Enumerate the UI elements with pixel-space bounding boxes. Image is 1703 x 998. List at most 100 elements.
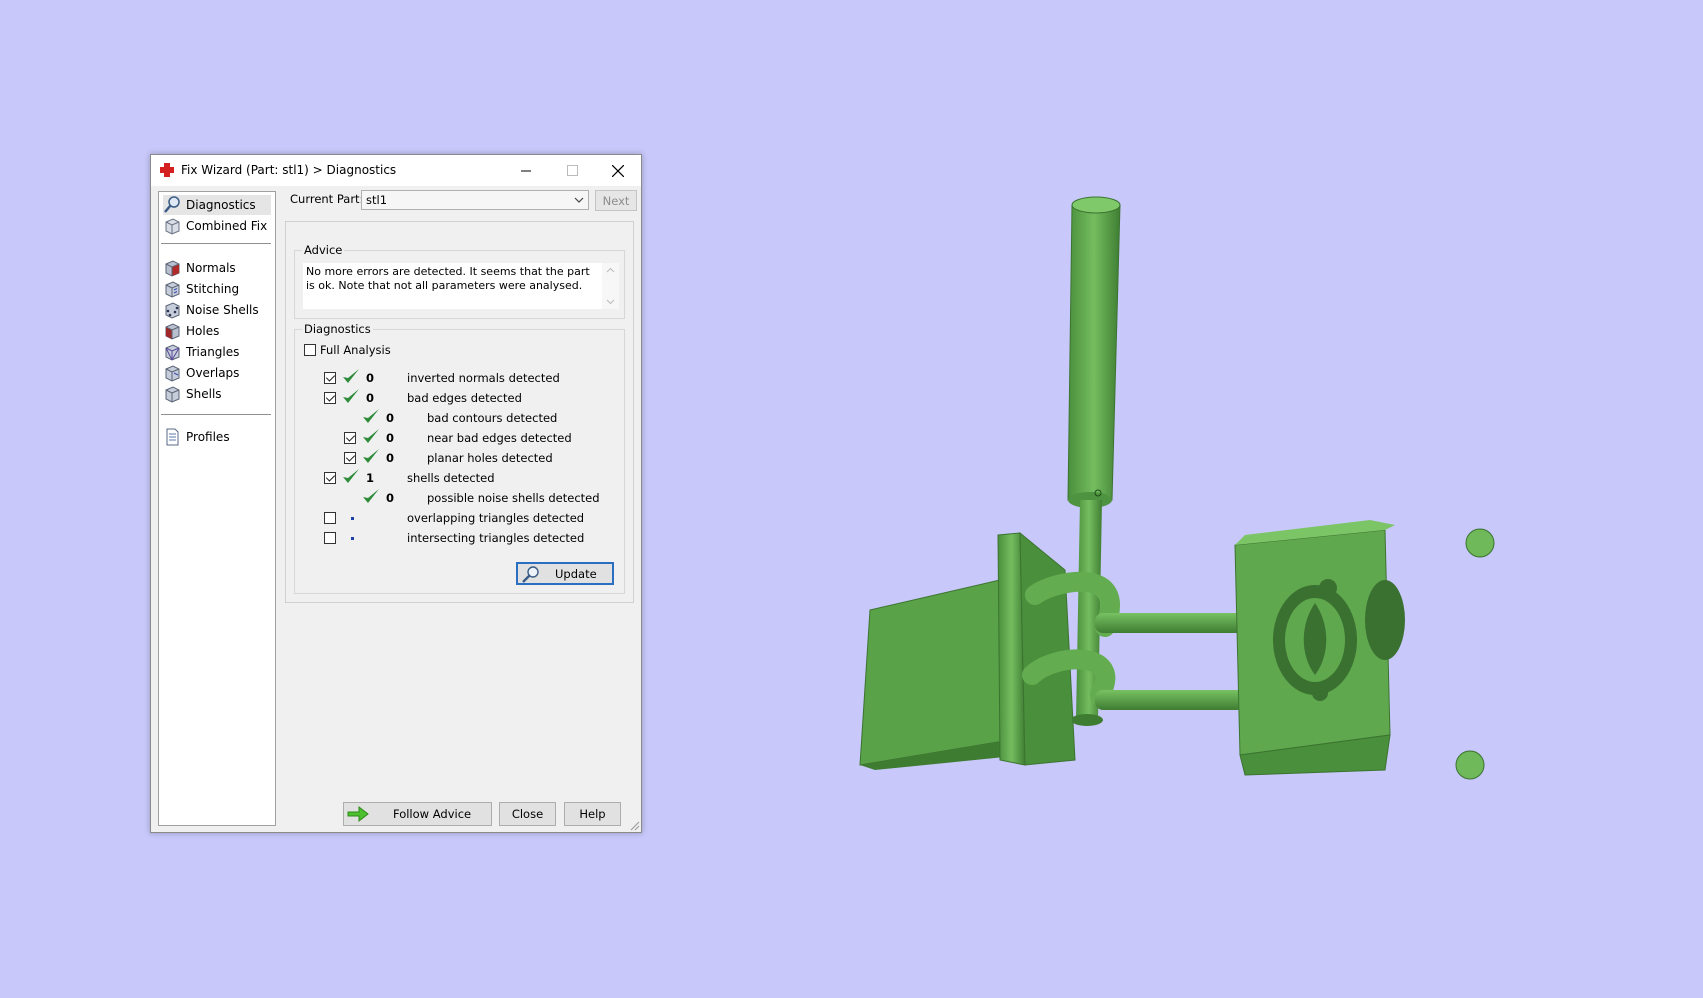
fix-wizard-window: Fix Wizard (Part: stl1) > Diagnostics Di…: [150, 154, 642, 833]
diagnostic-checkbox[interactable]: [324, 512, 336, 524]
cube-wire-icon: [165, 218, 180, 235]
current-part-label: Current Part:: [290, 192, 364, 206]
diagnostic-checkbox[interactable]: [324, 472, 336, 484]
sidebar-item-normals[interactable]: Normals: [163, 258, 271, 278]
sidebar-item-triangles[interactable]: Triangles: [163, 342, 271, 362]
diagnostic-label: inverted normals detected: [407, 371, 560, 385]
full-analysis-checkbox[interactable]: [304, 344, 316, 356]
green-bracket-model: [859, 196, 1495, 780]
green-check-icon: [363, 409, 379, 423]
close-window-button[interactable]: [595, 155, 641, 186]
green-check-icon: [343, 469, 359, 483]
minimize-icon: [520, 170, 531, 172]
diagnostic-label: overlapping triangles detected: [407, 511, 585, 525]
green-check-icon: [343, 389, 359, 403]
diagnostic-checkbox[interactable]: [324, 372, 336, 384]
diagnostic-count: 0: [386, 411, 395, 425]
diagnostic-label: possible noise shells detected: [427, 491, 600, 505]
chevron-down-icon: [574, 197, 584, 203]
diagnostic-count: 1: [366, 471, 375, 485]
diagnostic-checkbox[interactable]: [344, 432, 356, 444]
cube-triangle-icon: [165, 344, 180, 361]
diagnostic-label: bad edges detected: [407, 391, 522, 405]
diagnostic-label: near bad edges detected: [427, 431, 572, 445]
3d-model-viewport[interactable]: [850, 195, 1520, 795]
diagnostics-group: Diagnostics Full Analysis 0 inverted norm…: [294, 322, 625, 594]
sidebar-item-label: Triangles: [186, 345, 240, 359]
sidebar-item-profiles[interactable]: Profiles: [163, 427, 271, 447]
close-icon: [612, 164, 624, 177]
sidebar-item-shells[interactable]: Shells: [163, 384, 271, 404]
maximize-button: [549, 155, 595, 186]
sidebar-item-noise-shells[interactable]: Noise Shells: [163, 300, 271, 320]
update-button[interactable]: Update: [516, 562, 614, 585]
green-check-icon: [363, 489, 379, 503]
window-title: Fix Wizard (Part: stl1) > Diagnostics: [181, 163, 397, 177]
green-check-icon: [363, 449, 379, 463]
help-button[interactable]: Help: [564, 802, 621, 826]
sidebar-item-label: Profiles: [186, 430, 230, 444]
sidebar-item-label: Diagnostics: [186, 198, 256, 212]
diagnostic-label: intersecting triangles detected: [407, 531, 585, 545]
sidebar-item-label: Combined Fix: [186, 219, 268, 233]
update-label: Update: [555, 566, 597, 581]
diagnostic-label: planar holes detected: [427, 451, 553, 465]
diagnostics-panel: Advice No more errors are detected. It s…: [285, 221, 634, 603]
follow-advice-label: Follow Advice: [393, 807, 472, 821]
sidebar-item-label: Overlaps: [186, 366, 240, 380]
green-check-icon: [363, 429, 379, 443]
follow-advice-button[interactable]: Follow Advice: [343, 802, 492, 826]
diagnostic-count: 0: [386, 491, 395, 505]
diagnostic-count: 0: [386, 451, 395, 465]
status-dot-icon: [351, 537, 354, 540]
green-arrow-icon: [347, 805, 369, 823]
diagnostic-label: bad contours detected: [427, 411, 558, 425]
diagnostic-checkbox[interactable]: [344, 452, 356, 464]
diagnostic-label: shells detected: [407, 471, 495, 485]
full-analysis-label: Full Analysis: [320, 343, 391, 357]
advice-group: Advice No more errors are detected. It s…: [294, 243, 625, 319]
diagnostics-title: Diagnostics: [302, 322, 373, 336]
current-part-value: stl1: [366, 193, 388, 207]
sidebar-item-label: Noise Shells: [186, 303, 259, 317]
advice-text: No more errors are detected. It seems th…: [306, 265, 590, 292]
next-button[interactable]: Next: [595, 190, 637, 211]
minimize-button[interactable]: [503, 155, 549, 186]
advice-scrollbar[interactable]: [602, 263, 619, 309]
diagnostic-count: 0: [366, 391, 375, 405]
diagnostic-count: 0: [386, 431, 395, 445]
sidebar: Diagnostics Combined Fix Normals Stitchi…: [158, 191, 276, 826]
document-icon: [166, 428, 179, 446]
sidebar-item-label: Shells: [186, 387, 222, 401]
advice-textbox[interactable]: No more errors are detected. It seems th…: [303, 263, 619, 309]
cube-overlap-icon: [165, 365, 180, 382]
resize-grip-icon[interactable]: [628, 819, 640, 831]
scroll-down-icon[interactable]: [606, 299, 615, 305]
maximize-icon: [566, 165, 578, 176]
diagnostic-checkbox[interactable]: [324, 392, 336, 404]
title-bar[interactable]: Fix Wizard (Part: stl1) > Diagnostics: [151, 155, 641, 186]
sidebar-item-diagnostics[interactable]: Diagnostics: [163, 195, 271, 215]
cube-shell-icon: [165, 386, 180, 403]
sidebar-item-label: Holes: [186, 324, 220, 338]
cube-stitch-icon: [165, 281, 180, 298]
magnifier-icon: [164, 196, 180, 213]
scroll-up-icon[interactable]: [606, 267, 615, 273]
sidebar-item-overlaps[interactable]: Overlaps: [163, 363, 271, 383]
sidebar-item-label: Stitching: [186, 282, 240, 296]
sidebar-item-stitching[interactable]: Stitching: [163, 279, 271, 299]
magnifier-icon: [522, 565, 539, 583]
sidebar-item-combined-fix[interactable]: Combined Fix: [163, 216, 271, 236]
diagnostic-checkbox[interactable]: [324, 532, 336, 544]
current-part-select[interactable]: stl1: [361, 190, 589, 210]
close-button[interactable]: Close: [499, 802, 556, 826]
cube-dots-icon: [165, 302, 180, 319]
sidebar-item-holes[interactable]: Holes: [163, 321, 271, 341]
advice-title: Advice: [302, 243, 345, 257]
status-dot-icon: [351, 517, 354, 520]
green-check-icon: [343, 369, 359, 383]
diagnostic-count: 0: [366, 371, 375, 385]
cube-red-icon: [165, 260, 180, 277]
red-cross-icon: [160, 163, 174, 177]
cube-hole-icon: [165, 323, 180, 340]
